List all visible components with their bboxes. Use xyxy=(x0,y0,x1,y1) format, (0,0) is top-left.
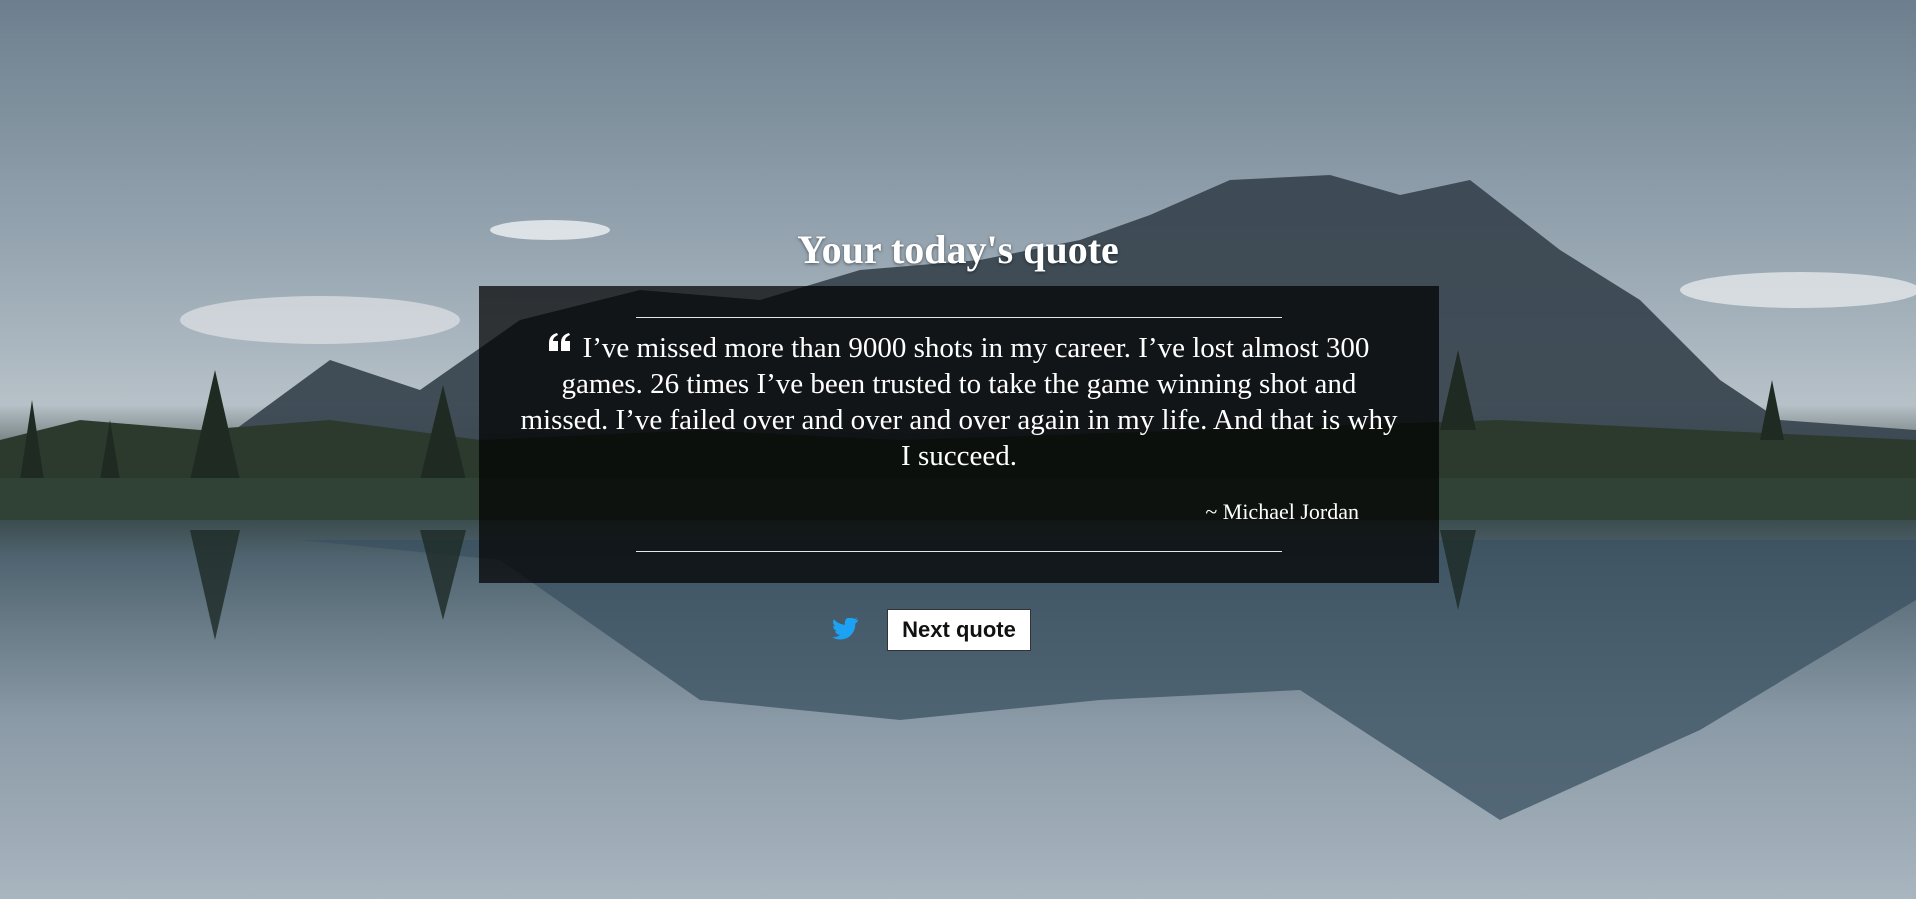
quote-text: I’ve missed more than 9000 shots in my c… xyxy=(520,332,1398,472)
bottom-divider xyxy=(636,551,1282,552)
twitter-icon xyxy=(832,617,858,640)
page-title: Your today's quote xyxy=(797,227,1119,272)
quote-author: ~ Michael Jordan xyxy=(1205,499,1359,524)
quote-text-block: I’ve missed more than 9000 shots in my c… xyxy=(515,330,1403,474)
quote-left-icon xyxy=(548,333,570,351)
quote-box: I’ve missed more than 9000 shots in my c… xyxy=(479,286,1439,583)
next-quote-button[interactable]: Next quote xyxy=(887,609,1031,651)
top-divider xyxy=(636,317,1282,318)
tweet-button[interactable] xyxy=(832,617,858,640)
